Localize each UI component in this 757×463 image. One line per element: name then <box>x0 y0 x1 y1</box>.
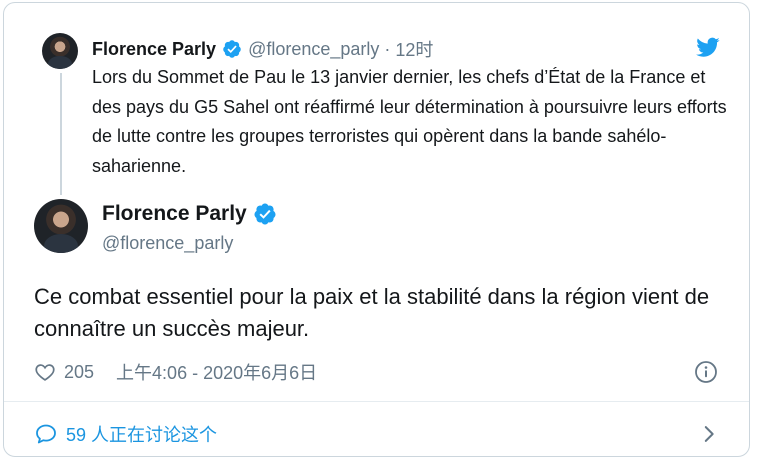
verified-badge-icon <box>254 203 276 225</box>
tweet-text: Ce combat essentiel pour la paix et la s… <box>34 284 710 341</box>
quoted-author-name[interactable]: Florence Parly <box>92 39 216 60</box>
footer-divider <box>4 401 749 402</box>
twitter-bird-icon[interactable] <box>696 35 720 59</box>
info-icon[interactable] <box>694 360 718 384</box>
author-name[interactable]: Florence Parly <box>102 202 247 226</box>
discussion-count[interactable]: 59 人正在讨论这个 <box>66 421 217 447</box>
tweet-timestamp[interactable]: 上午4:06 - 2020年6月6日 <box>116 359 317 385</box>
author-name-row: Florence Parly <box>102 202 277 226</box>
header-separator: · <box>384 38 391 59</box>
tweet-card: Florence Parly @florence_parly · 12时 Lor… <box>3 2 750 457</box>
quoted-header: Florence Parly @florence_parly · 12时 <box>92 36 433 62</box>
discussion-link[interactable]: 59 人正在讨论这个 <box>34 421 217 447</box>
speech-bubble-icon <box>36 424 56 444</box>
heart-icon[interactable] <box>34 361 56 383</box>
author-avatar[interactable] <box>34 199 88 253</box>
quoted-avatar[interactable] <box>42 33 78 69</box>
tweet-meta: 205 上午4:06 - 2020年6月6日 <box>34 360 317 384</box>
author-handle[interactable]: @florence_parly <box>102 233 233 254</box>
chevron-right-icon[interactable] <box>698 422 720 446</box>
like-count[interactable]: 205 <box>64 362 94 383</box>
verified-badge-icon <box>223 40 241 58</box>
quoted-author-handle[interactable]: @florence_parly <box>248 39 379 60</box>
quoted-tweet-text: Lors du Sommet de Pau le 13 janvier dern… <box>92 67 727 176</box>
thread-line <box>60 73 62 195</box>
quoted-time[interactable]: 12时 <box>395 36 433 62</box>
